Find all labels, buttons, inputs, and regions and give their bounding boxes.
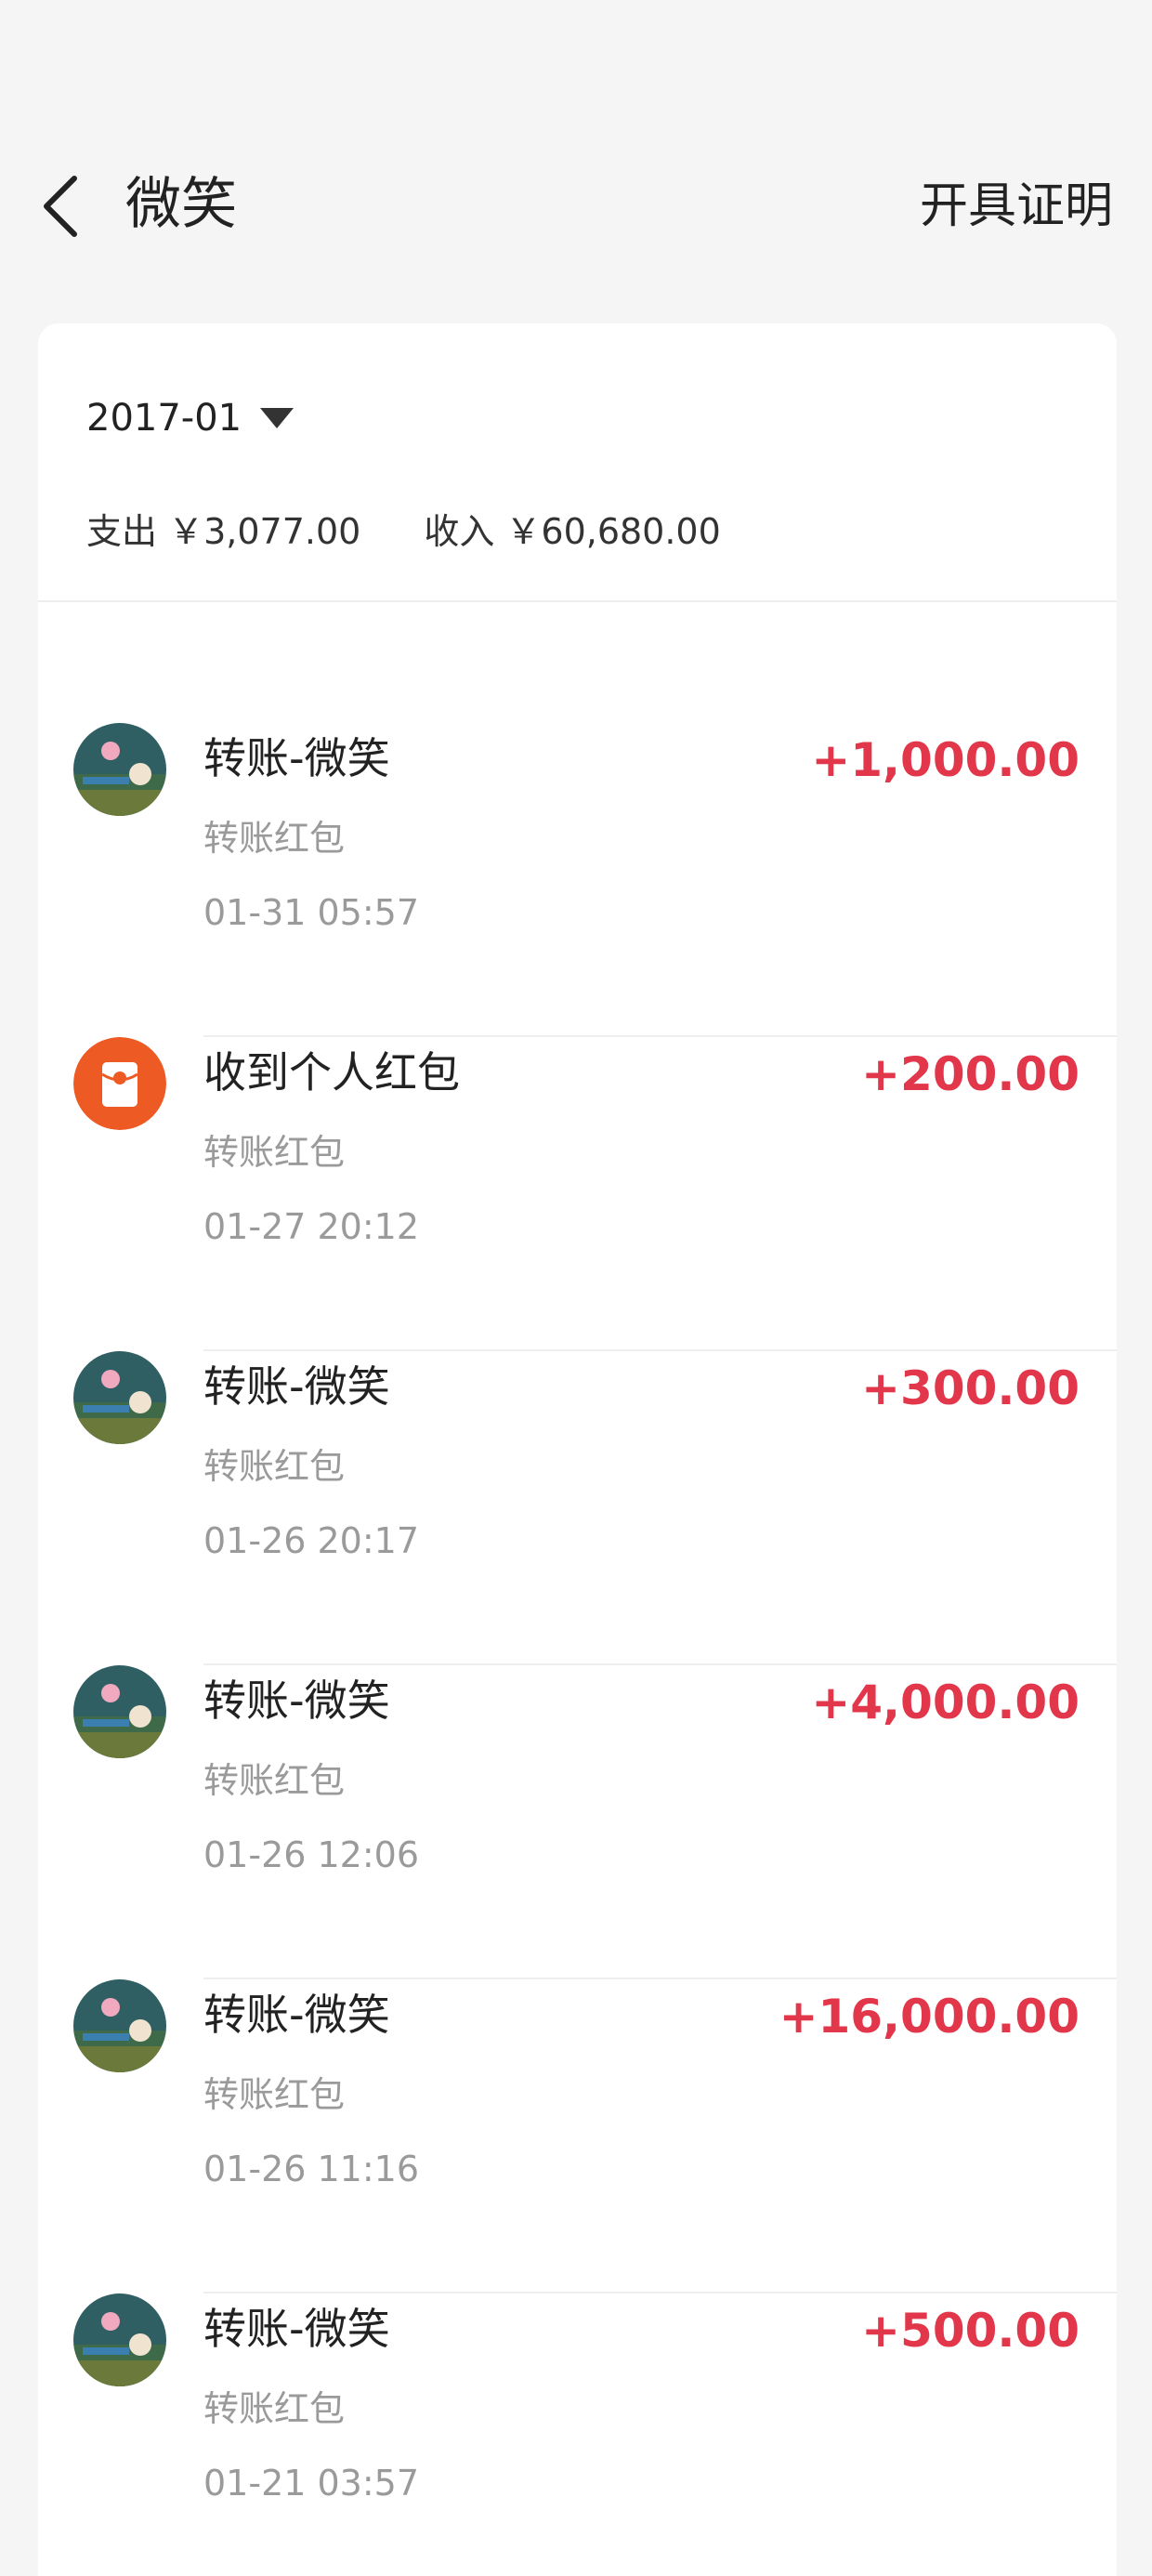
transaction-time: 01-21 03:57 <box>203 2463 420 2504</box>
transaction-row[interactable]: 转账-微笑 转账红包 01-21 03:57 +500.00 <box>38 2293 1117 2576</box>
chevron-left-icon <box>44 176 77 237</box>
transaction-type: 转账红包 <box>203 1760 346 1801</box>
transaction-row[interactable]: 收到个人红包 转账红包 01-27 20:12 +200.00 <box>38 1037 1117 1351</box>
transaction-amount: +4,000.00 <box>811 1676 1080 1729</box>
transaction-title: 转账-微笑 <box>203 1990 390 2040</box>
month-summary: 2017-01 支出 ￥3,077.00 收入 ￥60,680.00 <box>38 323 1117 602</box>
transaction-time: 01-26 20:17 <box>203 1520 420 1561</box>
transaction-time: 01-26 12:06 <box>203 1834 420 1875</box>
bill-card: 2017-01 支出 ￥3,077.00 收入 ￥60,680.00 转账-微笑… <box>38 323 1117 2576</box>
user-avatar <box>73 723 166 816</box>
month-totals: 支出 ￥3,077.00 收入 ￥60,680.00 <box>86 506 721 558</box>
month-selector[interactable]: 2017-01 <box>86 392 295 444</box>
transaction-list: 转账-微笑 转账红包 01-31 05:57 +1,000.00 收到个人红包 … <box>38 723 1117 2576</box>
transaction-type: 转账红包 <box>203 2074 346 2115</box>
transaction-row[interactable]: 转账-微笑 转账红包 01-26 20:17 +300.00 <box>38 1351 1117 1665</box>
transaction-row[interactable]: 转账-微笑 转账红包 01-26 12:06 +4,000.00 <box>38 1665 1117 1979</box>
transaction-title: 转账-微笑 <box>203 1361 390 1412</box>
transaction-amount: +1,000.00 <box>811 733 1080 787</box>
transaction-title: 转账-微笑 <box>203 733 390 783</box>
user-avatar <box>73 1351 166 1444</box>
transaction-amount: +500.00 <box>861 2304 1080 2358</box>
income-total: 收入 ￥60,680.00 <box>424 511 721 552</box>
top-bar: 微笑 开具证明 <box>0 0 1152 307</box>
back-button[interactable] <box>35 167 91 242</box>
expense-total: 支出 ￥3,077.00 <box>86 511 361 552</box>
transaction-row[interactable]: 转账-微笑 转账红包 01-26 11:16 +16,000.00 <box>38 1979 1117 2293</box>
transaction-amount: +300.00 <box>861 1361 1080 1415</box>
user-avatar <box>73 2293 166 2386</box>
page-title: 微笑 <box>125 172 237 237</box>
month-label: 2017-01 <box>86 397 242 440</box>
transaction-type: 转账红包 <box>203 2388 346 2429</box>
transaction-type: 转账红包 <box>203 1446 346 1487</box>
transaction-time: 01-27 20:12 <box>203 1206 420 1247</box>
red-packet-icon <box>73 1037 166 1130</box>
issue-certificate-button[interactable]: 开具证明 <box>920 177 1113 236</box>
user-avatar <box>73 1979 166 2072</box>
transaction-amount: +200.00 <box>861 1047 1080 1101</box>
transaction-type: 转账红包 <box>203 1132 346 1173</box>
transaction-title: 转账-微笑 <box>203 1676 390 1726</box>
transaction-row[interactable]: 转账-微笑 转账红包 01-31 05:57 +1,000.00 <box>38 723 1117 1037</box>
transaction-title: 转账-微笑 <box>203 2304 390 2354</box>
transaction-time: 01-26 11:16 <box>203 2149 420 2189</box>
transaction-time: 01-31 05:57 <box>203 892 420 933</box>
user-avatar <box>73 1665 166 1758</box>
caret-down-icon <box>260 408 295 428</box>
transaction-title: 收到个人红包 <box>203 1047 460 1097</box>
transaction-amount: +16,000.00 <box>779 1990 1080 2044</box>
transaction-type: 转账红包 <box>203 818 346 859</box>
